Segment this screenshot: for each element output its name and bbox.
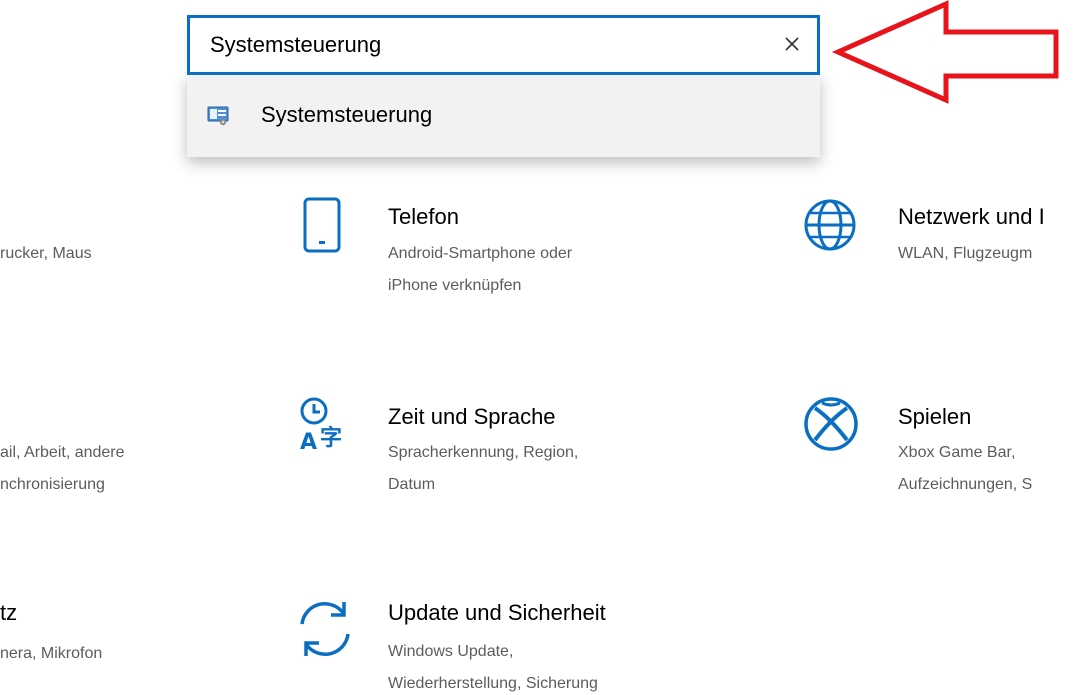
sync-icon xyxy=(294,598,356,665)
tile-update-desc-line2: Wiederherstellung, Sicherung xyxy=(388,675,598,692)
tile-devices[interactable]: rucker, Maus xyxy=(0,200,180,300)
close-icon[interactable] xyxy=(779,31,805,57)
tile-zeit-und-sprache[interactable]: A 字 Zeit und Sprache Spracherkennung, Re… xyxy=(290,395,690,505)
tile-telefon-title: Telefon xyxy=(388,204,459,229)
xbox-icon xyxy=(802,395,860,458)
tile-telefon-desc-line1: Android-Smartphone oder xyxy=(388,245,573,262)
tile-netzwerk[interactable]: Netzwerk und I WLAN, Flugzeugm xyxy=(800,195,1088,305)
control-panel-icon xyxy=(207,106,229,131)
phone-icon xyxy=(302,197,342,258)
svg-text:A: A xyxy=(300,430,317,453)
time-language-icon: A 字 xyxy=(296,395,352,458)
tile-netzwerk-desc: WLAN, Flugzeugm xyxy=(898,245,1033,262)
tile-zeit-desc-line2: Datum xyxy=(388,476,436,493)
tile-devices-desc: rucker, Maus xyxy=(0,245,92,262)
settings-page: rucker, Maus ail, Arbeit, andere nchroni… xyxy=(0,0,1088,695)
tile-spielen[interactable]: Spielen Xbox Game Bar, Aufzeichnungen, S xyxy=(800,395,1088,505)
tile-update-und-sicherheit[interactable]: Update und Sicherheit Windows Update, Wi… xyxy=(290,598,710,695)
svg-text:字: 字 xyxy=(320,425,342,451)
suggestion-item-systemsteuerung[interactable]: Systemsteuerung xyxy=(187,73,820,157)
tile-konten-desc-line1: ail, Arbeit, andere xyxy=(0,444,125,461)
tile-zeit-desc-line1: Spracherkennung, Region, xyxy=(388,444,579,461)
red-arrow-annotation xyxy=(831,0,1059,104)
tile-zeit-title: Zeit und Sprache xyxy=(388,404,556,429)
tile-spielen-desc-line2: Aufzeichnungen, S xyxy=(898,476,1033,493)
tile-update-desc-line1: Windows Update, xyxy=(388,643,514,660)
suggestion-label: Systemsteuerung xyxy=(261,102,433,127)
tile-telefon-desc-line2: iPhone verknüpfen xyxy=(388,277,522,294)
tile-konten-desc-line2: nchronisierung xyxy=(0,476,105,493)
search-suggestions: Systemsteuerung xyxy=(187,73,820,157)
globe-icon xyxy=(800,195,860,260)
tile-datenschutz-title: tz xyxy=(0,600,18,625)
tile-update-title: Update und Sicherheit xyxy=(388,600,606,625)
tile-telefon[interactable]: Telefon Android-Smartphone oder iPhone v… xyxy=(290,195,690,305)
tile-spielen-desc-line1: Xbox Game Bar, xyxy=(898,444,1016,461)
tile-datenschutz-desc: nera, Mikrofon xyxy=(0,645,103,662)
tile-spielen-title: Spielen xyxy=(898,404,972,429)
search-input[interactable] xyxy=(210,29,750,61)
search-box xyxy=(187,15,820,75)
tile-datenschutz[interactable]: tz nera, Mikrofon xyxy=(0,600,180,690)
tile-konten[interactable]: ail, Arbeit, andere nchronisierung xyxy=(0,400,190,500)
tile-netzwerk-title: Netzwerk und I xyxy=(898,204,1045,229)
